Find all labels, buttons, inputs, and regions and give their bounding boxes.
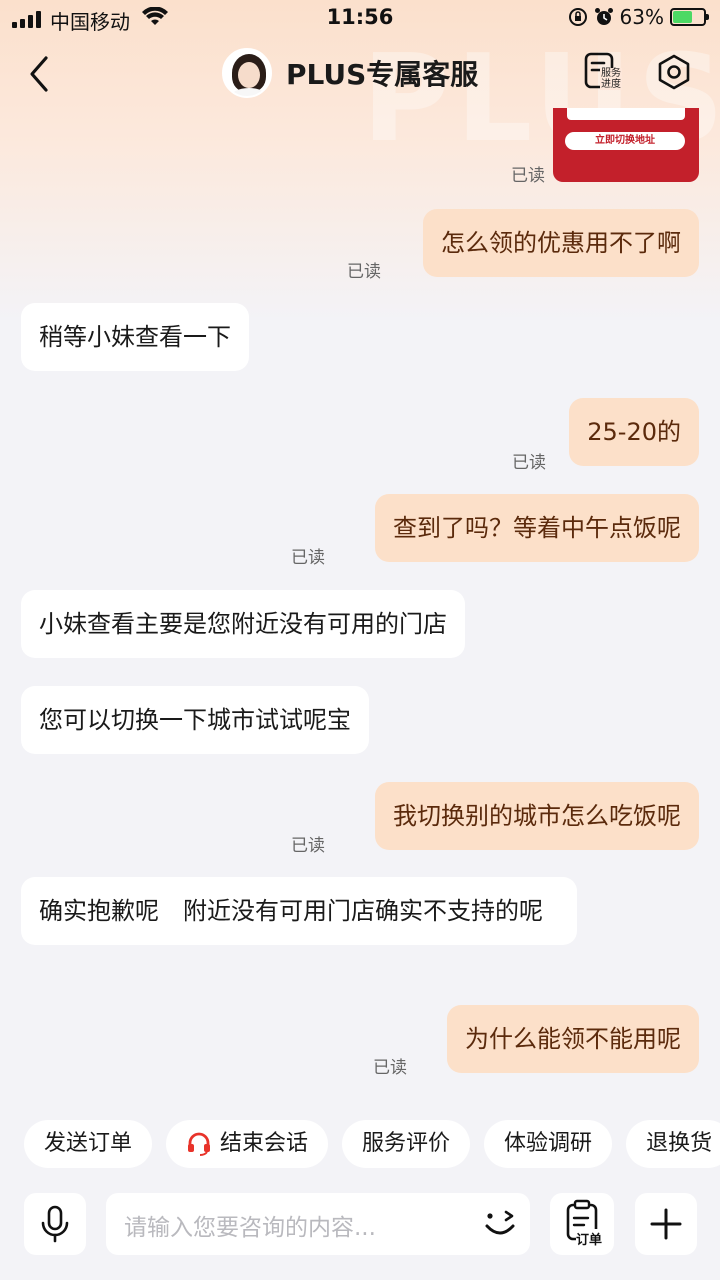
end-session-chip[interactable]: 结束会话 bbox=[166, 1120, 329, 1168]
page-title: PLUS专属客服 bbox=[286, 58, 479, 91]
chat-area[interactable]: 立即切换地址 已读 怎么领的优惠用不了啊 已读 稍等小妹查看一下 25-20的 … bbox=[0, 108, 720, 1112]
settings-icon[interactable] bbox=[656, 54, 692, 90]
message-outgoing[interactable]: 查到了吗？等着中午点饭呢 bbox=[375, 494, 699, 562]
switch-address-button[interactable]: 立即切换地址 bbox=[565, 132, 685, 150]
read-receipt: 已读 bbox=[291, 836, 325, 856]
input-placeholder: 请输入您要咨询的内容... bbox=[124, 1215, 376, 1241]
chat-title-group: PLUS专属客服 bbox=[222, 48, 478, 98]
chip-label: 体验调研 bbox=[504, 1131, 593, 1156]
chip-label: 退换货 bbox=[646, 1131, 713, 1156]
message-incoming[interactable]: 确实抱歉呢 附近没有可用门店确实不支持的呢 bbox=[21, 877, 577, 945]
rotation-lock-icon bbox=[568, 8, 587, 26]
message-input[interactable]: 请输入您要咨询的内容... bbox=[106, 1193, 530, 1255]
chip-label: 结束会话 bbox=[220, 1131, 309, 1156]
plus-icon bbox=[650, 1208, 682, 1240]
read-receipt: 已读 bbox=[512, 453, 546, 473]
status-bar: 中国移动 11:56 63% bbox=[0, 0, 720, 38]
message-outgoing[interactable]: 25-20的 bbox=[569, 398, 699, 466]
read-receipt: 已读 bbox=[347, 262, 381, 282]
emoji-icon[interactable] bbox=[482, 1206, 518, 1242]
agent-avatar[interactable] bbox=[222, 48, 272, 98]
battery-percent: 63% bbox=[619, 5, 664, 29]
order-button[interactable]: 订单 bbox=[550, 1193, 614, 1255]
survey-chip[interactable]: 体验调研 bbox=[484, 1120, 613, 1168]
chip-label: 服务评价 bbox=[362, 1131, 451, 1156]
status-right: 63% bbox=[568, 5, 709, 29]
message-outgoing[interactable]: 我切换别的城市怎么吃饭呢 bbox=[375, 782, 699, 850]
read-receipt: 已读 bbox=[291, 548, 325, 568]
message-incoming[interactable]: 稍等小妹查看一下 bbox=[21, 303, 249, 371]
read-receipt: 已读 bbox=[511, 166, 545, 186]
more-button[interactable] bbox=[635, 1193, 697, 1255]
voice-button[interactable] bbox=[24, 1193, 86, 1255]
service-rating-chip[interactable]: 服务评价 bbox=[342, 1120, 471, 1168]
return-exchange-chip[interactable]: 退换货 bbox=[626, 1120, 720, 1168]
send-order-chip[interactable]: 发送订单 bbox=[24, 1120, 153, 1168]
nav-bar: PLUS专属客服 服务进度 bbox=[0, 40, 720, 108]
back-chevron-icon[interactable] bbox=[24, 54, 56, 94]
coupon-card-preview[interactable]: 立即切换地址 bbox=[553, 108, 699, 182]
service-progress-label: 服务进度 bbox=[600, 68, 622, 90]
message-incoming[interactable]: 您可以切换一下城市试试呢宝 bbox=[21, 686, 369, 754]
chip-label: 发送订单 bbox=[44, 1131, 133, 1156]
input-bar: 请输入您要咨询的内容... 订单 bbox=[0, 1190, 720, 1258]
order-label: 订单 bbox=[576, 1229, 603, 1248]
message-outgoing[interactable]: 怎么领的优惠用不了啊 bbox=[423, 209, 699, 277]
read-receipt: 已读 bbox=[373, 1058, 407, 1078]
battery-icon bbox=[670, 8, 709, 26]
alarm-icon bbox=[594, 8, 613, 25]
microphone-icon bbox=[41, 1205, 69, 1243]
headset-icon bbox=[188, 1132, 211, 1156]
message-outgoing[interactable]: 为什么能领不能用呢 bbox=[447, 1005, 699, 1073]
quick-actions: 发送订单 结束会话 服务评价 体验调研 退换货 bbox=[0, 1120, 720, 1170]
message-incoming[interactable]: 小妹查看主要是您附近没有可用的门店 bbox=[21, 590, 465, 658]
service-progress-button[interactable]: 服务进度 bbox=[584, 52, 622, 92]
